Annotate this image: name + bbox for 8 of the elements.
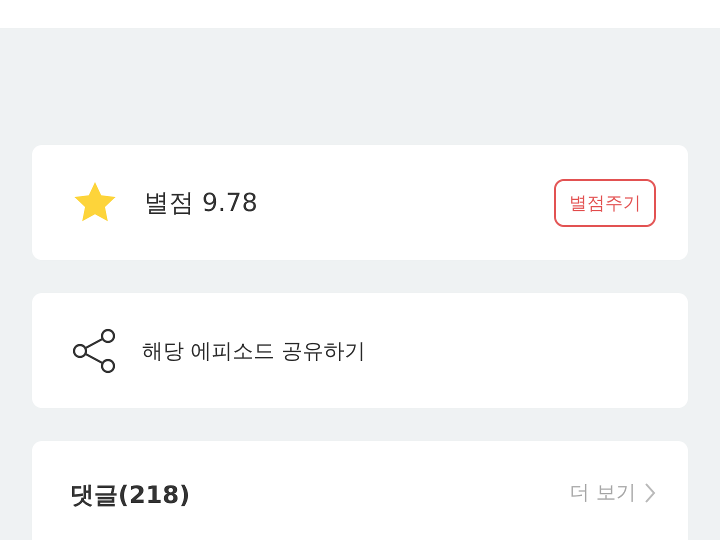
more-link[interactable]: 더 보기 xyxy=(570,479,656,506)
chevron-icon xyxy=(644,482,656,504)
share-label: 해당 에피소드 공유하기 xyxy=(142,338,366,364)
share-card[interactable]: 해당 에피소드 공유하기 xyxy=(32,293,688,408)
rating-score: 별점 9.78 xyxy=(144,187,259,219)
rate-button[interactable]: 별점주기 xyxy=(554,178,656,226)
comments-title: 댓글(218) xyxy=(70,480,192,511)
share-icon xyxy=(70,328,118,374)
